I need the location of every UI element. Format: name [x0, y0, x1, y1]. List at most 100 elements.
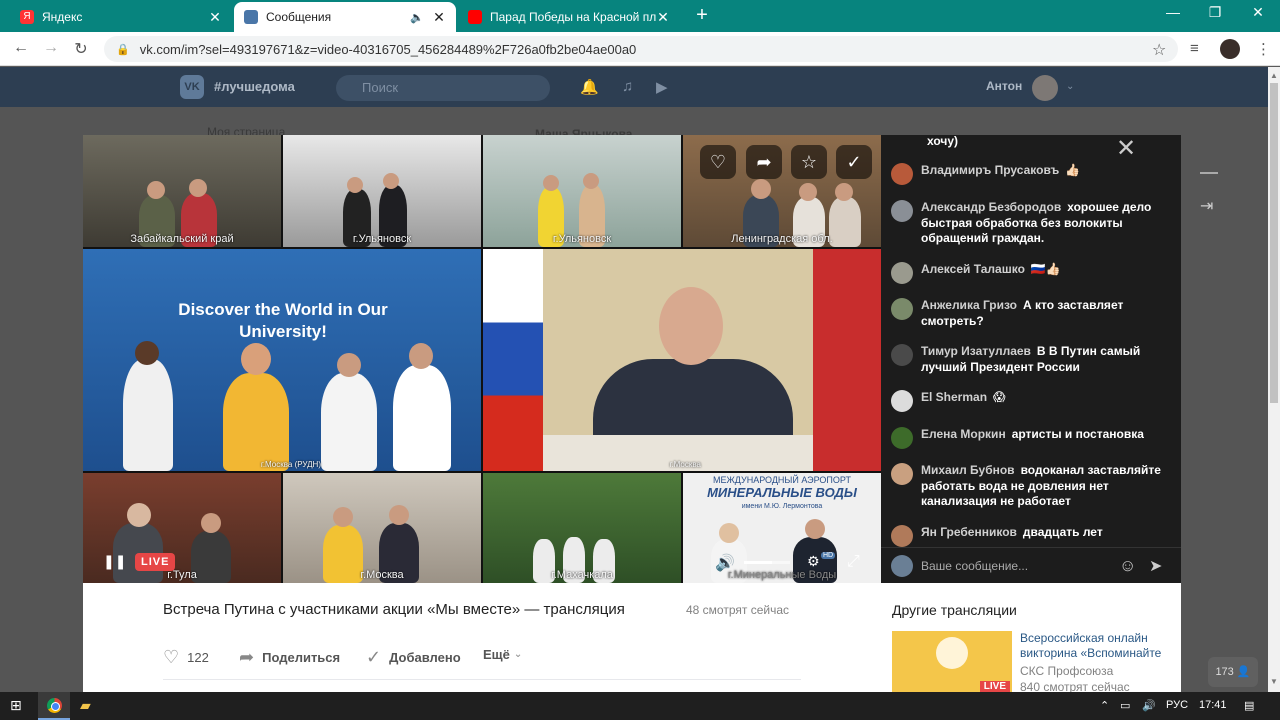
- scrollbar-thumb[interactable]: [1270, 83, 1278, 403]
- search-input[interactable]: Поиск: [336, 75, 550, 101]
- taskbar-chrome[interactable]: [38, 692, 70, 720]
- favorite-star-icon[interactable]: ☆: [791, 145, 827, 179]
- minimize-player-icon[interactable]: [1200, 172, 1218, 174]
- tile-caption: г.Махачкала: [551, 569, 613, 581]
- video-tile: Забайкальский край: [83, 135, 281, 247]
- user-avatar[interactable]: [1032, 75, 1058, 101]
- avatar[interactable]: [891, 163, 913, 185]
- online-counter[interactable]: 173 👤: [1208, 657, 1258, 687]
- network-icon[interactable]: ▭: [1120, 699, 1130, 712]
- new-tab-button[interactable]: +: [690, 4, 714, 27]
- stream-title-link[interactable]: Всероссийская онлайн викторина «Вспомина…: [1020, 631, 1170, 661]
- windows-start-icon[interactable]: ⊞: [10, 697, 22, 714]
- minimize-window-button[interactable]: —: [1158, 4, 1188, 20]
- person-icon: 👤: [1236, 666, 1251, 678]
- tab-yandex[interactable]: Я Яндекс ✕: [10, 2, 232, 32]
- added-check-icon[interactable]: ✓: [836, 145, 872, 179]
- music-icon[interactable]: ♫: [622, 78, 633, 95]
- volume-tray-icon[interactable]: 🔊: [1142, 699, 1156, 712]
- browser-tab-bar: Я Яндекс ✕ Сообщения 🔈 ✕ Парад Победы на…: [0, 0, 1280, 32]
- close-icon[interactable]: ✕: [432, 9, 446, 26]
- volume-icon[interactable]: 🔊: [715, 553, 735, 573]
- share-button[interactable]: ➦ Поделиться: [239, 647, 340, 668]
- avatar[interactable]: [891, 463, 913, 485]
- volume-slider[interactable]: [744, 561, 790, 564]
- video-player[interactable]: Забайкальский край г.Ульяновск г.Ульянов…: [83, 135, 881, 583]
- avatar[interactable]: [891, 390, 913, 412]
- video-tile: г.Ульяновск: [283, 135, 481, 247]
- scroll-up-icon[interactable]: ▲: [1270, 71, 1278, 80]
- emoji-icon[interactable]: ☺: [1119, 556, 1136, 576]
- volume-fill: [744, 561, 772, 564]
- page-scrollbar[interactable]: ▲ ▼: [1268, 67, 1280, 692]
- chat-message-input[interactable]: Ваше сообщение...: [921, 559, 1028, 573]
- scroll-down-icon[interactable]: ▼: [1270, 677, 1278, 686]
- vk-logo[interactable]: VK: [180, 75, 204, 99]
- user-name[interactable]: Антон: [986, 79, 1022, 93]
- clock[interactable]: 17:41: [1199, 699, 1227, 711]
- fullscreen-icon[interactable]: ⤢: [847, 553, 860, 571]
- menu-dots-icon[interactable]: ⋮: [1256, 40, 1271, 58]
- yandex-icon: Я: [20, 10, 34, 24]
- profile-avatar[interactable]: [1220, 39, 1240, 59]
- airport-line-2: МИНЕРАЛЬНЫЕ ВОДЫ: [707, 485, 857, 500]
- more-button[interactable]: Ещё ⌄: [483, 647, 522, 662]
- chevron-down-icon[interactable]: ⌄: [1066, 81, 1074, 92]
- airport-line-3: имени М.Ю. Лермонтова: [741, 503, 823, 510]
- reload-icon[interactable]: ↻: [70, 39, 92, 59]
- tray-up-icon[interactable]: ⌃: [1100, 699, 1109, 712]
- forward-icon[interactable]: →: [40, 39, 62, 57]
- avatar[interactable]: [891, 298, 913, 320]
- pause-icon[interactable]: ❚❚: [103, 553, 126, 570]
- avatar[interactable]: [891, 427, 913, 449]
- avatar[interactable]: [891, 200, 913, 222]
- close-window-button[interactable]: ✕: [1243, 4, 1273, 21]
- chevron-down-icon: ⌄: [513, 649, 523, 660]
- avatar[interactable]: [891, 525, 913, 547]
- share-arrow-icon[interactable]: ➦: [746, 145, 782, 179]
- tile-caption: Забайкальский край: [130, 233, 234, 245]
- url-field[interactable]: 🔒 vk.com/im?sel=493197671&z=video-403167…: [104, 36, 1178, 62]
- dock-player-icon[interactable]: ⇥: [1200, 196, 1213, 216]
- tile-caption: г.Ульяновск: [552, 233, 612, 245]
- vk-messages-icon: [244, 10, 258, 24]
- tab-messages[interactable]: Сообщения 🔈 ✕: [234, 2, 456, 32]
- tile-caption: г.Москва: [360, 569, 404, 581]
- close-icon[interactable]: ✕: [656, 9, 670, 26]
- address-bar-row: ← → ↻ 🔒 vk.com/im?sel=493197671&z=video-…: [0, 32, 1280, 66]
- tab-parade[interactable]: Парад Победы на Красной пло ✕: [458, 2, 680, 32]
- folder-icon[interactable]: ▰: [80, 697, 91, 714]
- send-icon[interactable]: ➤: [1149, 556, 1162, 576]
- language-indicator[interactable]: РУС: [1166, 699, 1188, 711]
- lock-icon: 🔒: [116, 43, 130, 56]
- chat-message: Алексей Талашко 🇷🇺👍🏻: [891, 262, 1171, 284]
- video-title: Встреча Путина с участниками акции «Мы в…: [163, 601, 625, 618]
- notifications-icon[interactable]: ▤: [1244, 699, 1254, 712]
- avatar[interactable]: [891, 262, 913, 284]
- speaker-icon[interactable]: 🔈: [410, 11, 424, 24]
- avatar[interactable]: [891, 344, 913, 366]
- video-tile-main: г.Москва: [483, 249, 881, 471]
- bookmark-star-icon[interactable]: ☆: [1152, 40, 1166, 60]
- like-button[interactable]: ♡ 122: [163, 647, 209, 668]
- back-icon[interactable]: ←: [10, 39, 32, 57]
- close-modal-icon[interactable]: ✕: [1116, 134, 1136, 163]
- stream-thumbnail[interactable]: LIVE: [892, 631, 1012, 692]
- added-button[interactable]: ✓ Добавлено: [366, 647, 461, 668]
- stream-author[interactable]: СКС Профсоюза: [1020, 664, 1113, 678]
- avatar: [891, 555, 913, 577]
- banner-text: Discover the World in Our University!: [178, 300, 388, 341]
- quality-settings-icon[interactable]: ⚙: [807, 553, 820, 570]
- maximize-window-button[interactable]: ❐: [1200, 4, 1230, 21]
- video-tile: Discover the World in Our University! г.…: [83, 249, 481, 471]
- hd-badge: HD: [821, 552, 836, 559]
- media-control-icon[interactable]: ≡: [1190, 40, 1199, 57]
- live-badge: LIVE: [979, 681, 1010, 692]
- bell-icon[interactable]: 🔔: [580, 78, 599, 96]
- chat-message: Владимиръ Прусаковъ 👍🏻: [891, 163, 1171, 185]
- tile-caption: г.Тула: [167, 569, 197, 581]
- play-icon[interactable]: ▶: [656, 78, 668, 96]
- close-icon[interactable]: ✕: [208, 9, 222, 26]
- like-heart-icon[interactable]: ♡: [700, 145, 736, 179]
- chat-message: Тимур Изатуллаев В В Путин самый лучший П…: [891, 344, 1171, 375]
